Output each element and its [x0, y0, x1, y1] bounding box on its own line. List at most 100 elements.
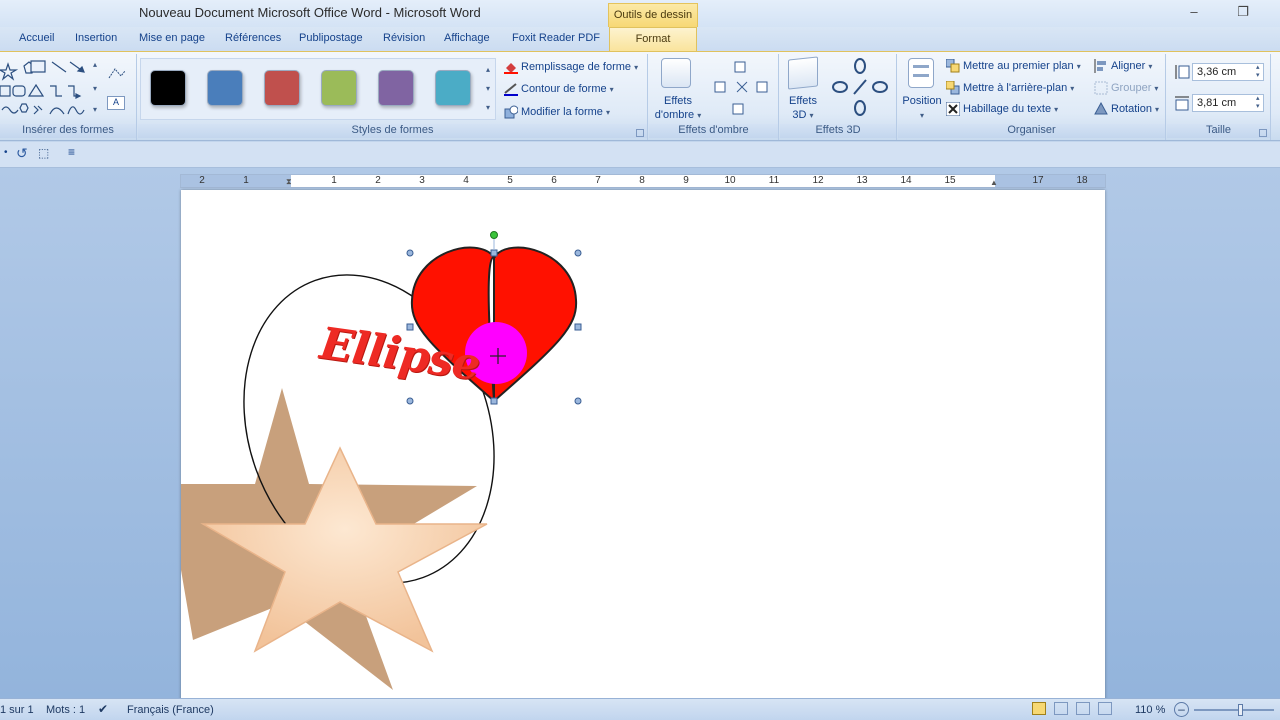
ruler-number: 13	[856, 175, 868, 186]
outline-view-icon[interactable]	[1098, 702, 1113, 715]
position-button[interactable]: Position ▾	[900, 94, 944, 123]
rotate-label: Rotation	[1111, 102, 1152, 115]
bullet-icon[interactable]: •	[4, 147, 8, 158]
align-label: Aligner	[1111, 59, 1146, 72]
web-layout-view-icon[interactable]	[1076, 702, 1091, 715]
window-title: Nouveau Document Microsoft Office Word -…	[139, 5, 481, 20]
3d-effects-icon[interactable]	[788, 56, 818, 90]
restore-button[interactable]: ❐	[1232, 4, 1254, 20]
position-label: Position	[902, 95, 942, 107]
rotate-icon	[1094, 102, 1108, 115]
align-button[interactable]: Aligner ▾	[1094, 59, 1152, 73]
text-box-icon[interactable]: A	[107, 96, 125, 110]
select-icon[interactable]: ⬚	[38, 146, 49, 160]
3d-tilt-icons[interactable]	[830, 56, 894, 118]
ruler-number: 10	[724, 175, 736, 186]
size-launcher-icon[interactable]	[1259, 129, 1267, 137]
minimize-button[interactable]: –	[1183, 4, 1205, 20]
shape-outline-button[interactable]: Contour de forme ▾	[504, 82, 614, 96]
style-swatch-2[interactable]	[207, 70, 243, 106]
left-indent-marker[interactable]: ⧗	[286, 177, 292, 187]
tab-revision[interactable]: Révision	[383, 32, 425, 44]
group-size: ▴▾ ▴▾ Taille	[1167, 54, 1271, 140]
zoom-level[interactable]: 110 %	[1135, 704, 1165, 716]
horizontal-ruler: 2 1 1 2 3 4 5 6 7 8 9 10 11 12 13 14 15 …	[180, 174, 1106, 188]
ruler-number: 2	[375, 175, 381, 186]
style-swatch-3[interactable]	[264, 70, 300, 106]
zoom-out-icon[interactable]: –	[1174, 702, 1189, 717]
group-label: Grouper	[1111, 81, 1152, 94]
pen-icon	[504, 83, 518, 96]
tab-foxit[interactable]: Foxit Reader PDF	[512, 32, 600, 44]
style-swatch-5[interactable]	[378, 70, 414, 106]
tab-mise-en-page[interactable]: Mise en page	[139, 32, 205, 44]
page-count[interactable]: 1 sur 1	[0, 704, 34, 716]
full-screen-view-icon[interactable]	[1054, 702, 1069, 715]
rotate-button[interactable]: Rotation ▾	[1094, 102, 1159, 116]
print-layout-view-icon[interactable]	[1032, 702, 1046, 715]
zoom-slider-thumb[interactable]	[1238, 704, 1243, 716]
group-arrange: Position ▾ Mettre au premier plan ▾ Mettr…	[898, 54, 1166, 140]
tab-affichage[interactable]: Affichage	[444, 32, 490, 44]
ruler-number: 11	[768, 175, 780, 186]
tab-insertion[interactable]: Insertion	[75, 32, 117, 44]
width-spinner[interactable]: ▴ ▾	[1256, 95, 1260, 111]
group-shape-styles: ▴ ▾ ▾ Remplissage de forme ▾ Contour de fo…	[138, 54, 648, 140]
shadow-nudge-icons[interactable]	[711, 58, 777, 118]
tab-references[interactable]: Références	[225, 32, 281, 44]
customize-toolbar-icon[interactable]: ≡	[68, 145, 75, 159]
gallery-scroll[interactable]: ▴ ▾ ▾	[486, 60, 496, 118]
group-label-3d: Effets 3D	[780, 124, 896, 138]
style-swatch-1[interactable]	[150, 70, 186, 106]
ruler-number: 1	[243, 175, 249, 186]
tab-accueil[interactable]: Accueil	[19, 32, 54, 44]
shadow-effects-button[interactable]: Effets d'ombre ▾	[651, 94, 705, 123]
ruler-number: 12	[812, 175, 824, 186]
drawing-canvas	[181, 231, 582, 690]
view-buttons[interactable]	[1032, 702, 1128, 718]
language-status[interactable]: Français (France)	[127, 704, 214, 716]
bring-front-icon	[946, 59, 960, 73]
rotation-handle[interactable]	[490, 231, 498, 239]
tab-publipostage[interactable]: Publipostage	[299, 32, 363, 44]
shape-fill-label: Remplissage de forme	[521, 60, 632, 73]
3d-effects-button[interactable]: Effets 3D ▾	[780, 94, 826, 123]
height-field[interactable]	[1192, 63, 1264, 81]
quick-access-row: • ↺ ⬚ ≡	[0, 142, 1280, 168]
shadow-button-line1: Effets	[664, 95, 692, 107]
change-shape-button[interactable]: Modifier la forme ▾	[504, 105, 610, 119]
height-icon	[1175, 65, 1190, 79]
svg-text:▴: ▴	[93, 60, 97, 69]
refresh-icon[interactable]: ↺	[16, 145, 28, 162]
paint-bucket-icon	[504, 63, 518, 74]
shape-styles-launcher-icon[interactable]	[636, 129, 644, 137]
bring-to-front-button[interactable]: Mettre au premier plan ▾	[946, 59, 1081, 73]
proofing-icon[interactable]: ✔	[98, 702, 108, 716]
group-label-insert-shapes: Insérer des formes	[0, 124, 136, 138]
position-icon[interactable]	[908, 58, 934, 88]
edit-shape-icon[interactable]	[107, 66, 127, 80]
shadow-effects-icon[interactable]	[661, 58, 691, 88]
style-swatch-4[interactable]	[321, 70, 357, 106]
text-wrap-icon	[946, 102, 960, 116]
word-count[interactable]: Mots : 1	[46, 704, 85, 716]
ruler-number: 6	[551, 175, 557, 186]
group-button[interactable]: Grouper ▾	[1094, 81, 1158, 95]
shadow-button-line2: d'ombre	[654, 109, 695, 121]
document-page[interactable]: Ellipse	[181, 190, 1105, 710]
3d-button-line2: 3D	[792, 109, 807, 121]
height-spinner[interactable]: ▴ ▾	[1256, 64, 1260, 80]
status-bar: 1 sur 1 Mots : 1 ✔ Français (France) 110…	[0, 698, 1280, 720]
zoom-slider[interactable]	[1194, 704, 1274, 716]
group-icon	[1094, 81, 1108, 95]
text-wrap-button[interactable]: Habillage du texte ▾	[946, 102, 1058, 116]
change-shape-label: Modifier la forme	[521, 105, 603, 118]
ruler-number: 3	[419, 175, 425, 186]
width-field[interactable]	[1192, 94, 1264, 112]
tab-format[interactable]: Format	[609, 27, 697, 52]
send-back-label: Mettre à l'arrière-plan	[963, 81, 1068, 94]
right-indent-marker[interactable]: ▲	[990, 178, 998, 187]
shape-fill-button[interactable]: Remplissage de forme ▾	[504, 60, 638, 74]
style-swatch-6[interactable]	[435, 70, 471, 106]
send-to-back-button[interactable]: Mettre à l'arrière-plan ▾	[946, 81, 1074, 95]
